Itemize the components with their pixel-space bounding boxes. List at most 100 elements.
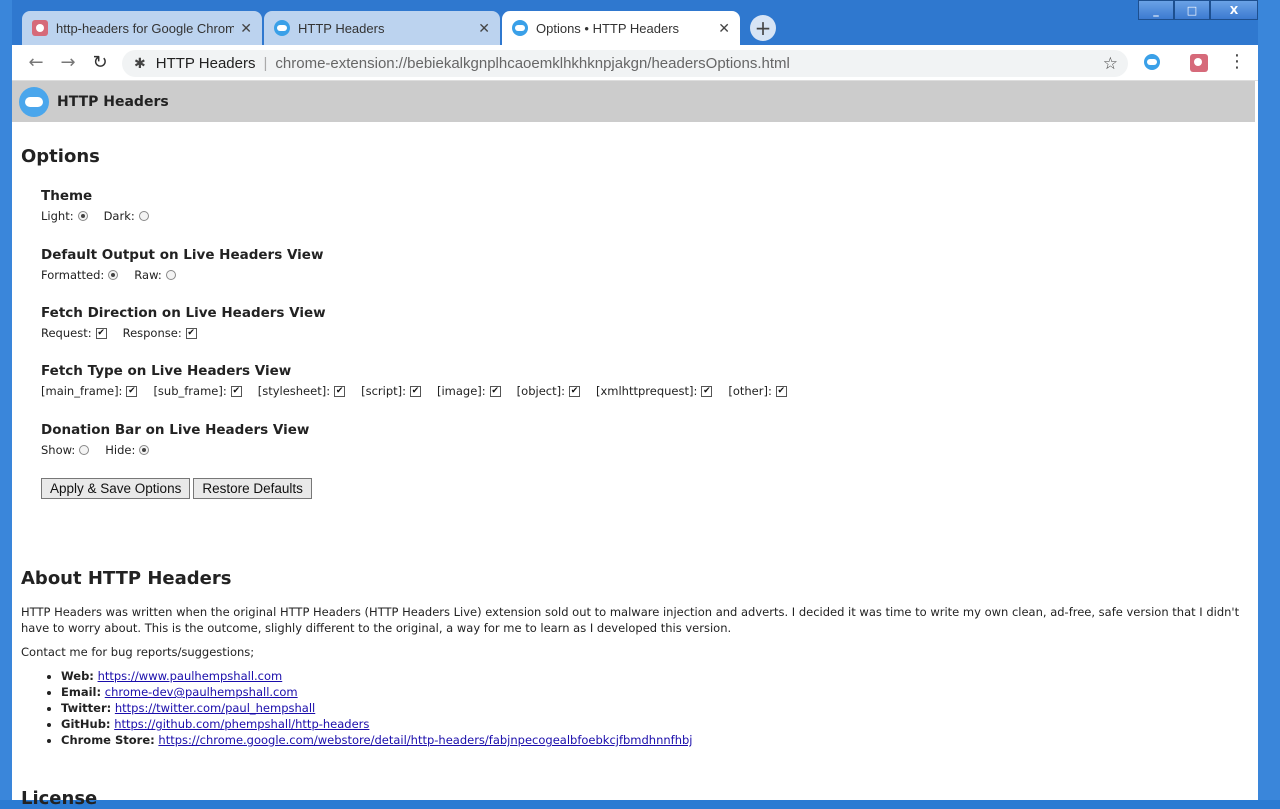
output-formatted-option[interactable]: Formatted: xyxy=(41,268,119,282)
address-bar[interactable]: ✱ HTTP Headers | chrome-extension://bebi… xyxy=(122,50,1128,77)
close-icon[interactable]: ✕ xyxy=(240,20,252,37)
browser-toolbar: ← → ↻ ✱ HTTP Headers | chrome-extension:… xyxy=(12,45,1258,81)
close-window-button[interactable]: X xyxy=(1210,0,1258,20)
main-frame-checkbox[interactable]: ✔ xyxy=(126,385,138,397)
theme-light-option[interactable]: Light: xyxy=(41,209,88,223)
output-raw-radio[interactable] xyxy=(165,270,176,280)
omnibox-url: chrome-extension://bebiekalkgnplhcaoemkl… xyxy=(275,55,790,72)
close-icon[interactable]: ✕ xyxy=(478,20,490,37)
cloud-logo-icon xyxy=(19,86,49,117)
fetch-other-option[interactable]: [other]: ✔ xyxy=(728,384,787,398)
theme-dark-option[interactable]: Dark: xyxy=(104,209,149,223)
about-section: HTTP Headers was written when the origin… xyxy=(21,604,1251,748)
donation-hide-radio[interactable] xyxy=(139,445,150,455)
puzzle-icon: ✱ xyxy=(134,55,146,71)
forward-arrow-icon[interactable]: → xyxy=(58,53,78,73)
fetch-type-group: Fetch Type on Live Headers View [main_fr… xyxy=(41,363,803,398)
fetch-object-option[interactable]: [object]: ✔ xyxy=(517,384,580,398)
browser-window: _ □ X http-headers for Google Chrome ✕ H… xyxy=(12,0,1258,809)
minimize-button[interactable]: _ xyxy=(1138,0,1174,20)
donation-group: Donation Bar on Live Headers View Show: … xyxy=(41,422,309,457)
about-paragraph: HTTP Headers was written when the origin… xyxy=(21,605,1240,635)
menu-kebab-icon[interactable]: ⋮ xyxy=(1228,51,1246,72)
contact-list: Web: https://www.paulhempshall.com Email… xyxy=(21,668,1251,748)
tab-title: HTTP Headers xyxy=(298,20,385,36)
github-link[interactable]: https://github.com/phempshall/http-heade… xyxy=(114,717,369,731)
maximize-button[interactable]: □ xyxy=(1174,0,1210,20)
email-link[interactable]: chrome-dev@paulhempshall.com xyxy=(105,685,298,699)
fetch-type-title: Fetch Type on Live Headers View xyxy=(41,363,292,379)
donation-show-option[interactable]: Show: xyxy=(41,443,90,457)
direction-title: Fetch Direction on Live Headers View xyxy=(41,305,326,321)
fetch-script-option[interactable]: [script]: ✔ xyxy=(361,384,421,398)
contact-intro: Contact me for bug reports/suggestions; xyxy=(21,645,255,659)
theme-group: Theme Light: Dark: xyxy=(41,188,165,223)
donation-show-radio[interactable] xyxy=(79,445,90,455)
extension-header: HTTP Headers xyxy=(12,81,1255,122)
sub-frame-checkbox[interactable]: ✔ xyxy=(230,385,242,397)
script-checkbox[interactable]: ✔ xyxy=(410,385,421,397)
output-title: Default Output on Live Headers View xyxy=(41,247,324,263)
donation-title: Donation Bar on Live Headers View xyxy=(41,422,310,438)
back-arrow-icon[interactable]: ← xyxy=(26,53,46,73)
list-item: Chrome Store: https://chrome.google.com/… xyxy=(61,732,1251,748)
tab-title: Options • HTTP Headers xyxy=(536,20,680,36)
direction-response-option[interactable]: Response: ✔ xyxy=(123,326,197,340)
fetch-main-frame-option[interactable]: [main_frame]: ✔ xyxy=(41,384,138,398)
omnibox-site-name: HTTP Headers xyxy=(155,55,256,72)
image-checkbox[interactable]: ✔ xyxy=(489,385,501,397)
license-heading: License xyxy=(21,788,98,809)
tab-http-headers-github[interactable]: http-headers for Google Chrome ✕ xyxy=(22,11,262,45)
theme-dark-radio[interactable] xyxy=(138,211,149,221)
window-frame-right xyxy=(1258,0,1280,800)
output-group: Default Output on Live Headers View Form… xyxy=(41,247,323,282)
response-checkbox[interactable]: ✔ xyxy=(185,327,197,339)
cloud-icon xyxy=(512,20,528,36)
cloud-icon xyxy=(1144,54,1160,70)
omnibox-separator: | xyxy=(263,55,268,72)
other-checkbox[interactable]: ✔ xyxy=(775,385,787,397)
window-frame-left xyxy=(0,0,12,800)
fetch-stylesheet-option[interactable]: [stylesheet]: ✔ xyxy=(258,384,346,398)
close-icon[interactable]: ✕ xyxy=(718,20,730,37)
request-checkbox[interactable]: ✔ xyxy=(95,327,107,339)
twitter-link[interactable]: https://twitter.com/paul_hempshall xyxy=(115,701,315,715)
github-icon xyxy=(32,20,48,36)
list-item: Web: https://www.paulhempshall.com xyxy=(61,668,1251,684)
fetch-xmlhttprequest-option[interactable]: [xmlhttprequest]: ✔ xyxy=(596,384,713,398)
theme-title: Theme xyxy=(41,188,93,204)
direction-group: Fetch Direction on Live Headers View Req… xyxy=(41,305,326,340)
stylesheet-checkbox[interactable]: ✔ xyxy=(334,385,346,397)
donation-hide-option[interactable]: Hide: xyxy=(105,443,150,457)
object-checkbox[interactable]: ✔ xyxy=(568,385,580,397)
list-item: Email: chrome-dev@paulhempshall.com xyxy=(61,684,1251,700)
extension-title: HTTP Headers xyxy=(57,93,169,110)
output-formatted-radio[interactable] xyxy=(108,270,119,280)
reload-icon[interactable]: ↻ xyxy=(90,53,110,73)
title-bar: _ □ X http-headers for Google Chrome ✕ H… xyxy=(12,0,1258,45)
list-item: Twitter: https://twitter.com/paul_hempsh… xyxy=(61,700,1251,716)
cloud-icon xyxy=(274,20,290,36)
profile-avatar[interactable] xyxy=(1190,54,1216,72)
options-buttons: Apply & Save Options Restore Defaults xyxy=(41,478,315,499)
options-heading: Options xyxy=(21,146,100,167)
chrome-store-link[interactable]: https://chrome.google.com/webstore/detai… xyxy=(158,733,692,747)
tab-title: http-headers for Google Chrome xyxy=(56,20,235,36)
tab-http-headers[interactable]: HTTP Headers ✕ xyxy=(264,11,500,45)
tab-options-http-headers[interactable]: Options • HTTP Headers ✕ xyxy=(502,11,740,45)
window-controls: _ □ X xyxy=(1138,0,1258,20)
restore-defaults-button[interactable]: Restore Defaults xyxy=(193,478,312,499)
fetch-image-option[interactable]: [image]: ✔ xyxy=(437,384,501,398)
fetch-sub-frame-option[interactable]: [sub_frame]: ✔ xyxy=(153,384,242,398)
list-item: GitHub: https://github.com/phempshall/ht… xyxy=(61,716,1251,732)
apply-save-options-button[interactable]: Apply & Save Options xyxy=(41,478,191,499)
avatar-icon xyxy=(1190,54,1208,72)
xmlhttprequest-checkbox[interactable]: ✔ xyxy=(701,385,713,397)
http-headers-extension-button[interactable] xyxy=(1144,54,1168,70)
direction-request-option[interactable]: Request: ✔ xyxy=(41,326,107,340)
bookmark-star-icon[interactable]: ☆ xyxy=(1103,54,1118,74)
new-tab-button[interactable]: + xyxy=(750,15,776,41)
web-link[interactable]: https://www.paulhempshall.com xyxy=(98,669,283,683)
theme-light-radio[interactable] xyxy=(77,211,88,221)
output-raw-option[interactable]: Raw: xyxy=(134,268,176,282)
